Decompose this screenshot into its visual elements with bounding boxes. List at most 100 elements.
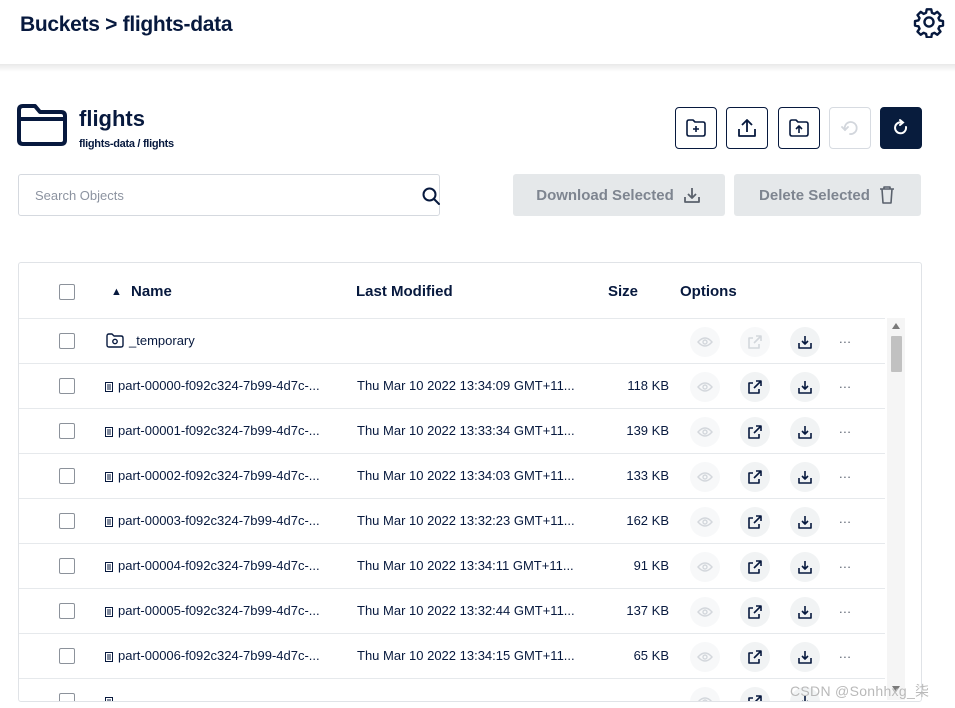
object-name[interactable]: part-00000-f092c324-7b99-4d7c-... (118, 378, 320, 393)
share-button[interactable] (740, 642, 770, 672)
object-name[interactable]: part-00002-f092c324-7b99-4d7c-... (118, 468, 320, 483)
preview-button[interactable] (690, 687, 720, 701)
object-name[interactable]: part-00003-f092c324-7b99-4d7c-... (118, 513, 320, 528)
column-header-size[interactable]: Size (608, 283, 638, 300)
preview-button[interactable] (690, 642, 720, 672)
download-button[interactable] (790, 372, 820, 402)
preview-button[interactable] (690, 372, 720, 402)
object-size: 91 KB (633, 558, 669, 573)
download-button[interactable] (790, 417, 820, 447)
share-icon (748, 605, 762, 619)
object-name[interactable]: part-00001-f092c324-7b99-4d7c-... (118, 423, 320, 438)
eye-icon (697, 652, 713, 662)
more-options-button[interactable]: ... (839, 511, 851, 526)
table-row[interactable]: part-00001-f092c324-7b99-4d7c-... Thu Mar… (19, 408, 885, 453)
share-button[interactable] (740, 372, 770, 402)
table-row[interactable]: part-00003-f092c324-7b99-4d7c-... Thu Mar… (19, 498, 885, 543)
more-options-button[interactable]: ... (839, 421, 851, 436)
create-folder-button[interactable] (675, 107, 717, 149)
select-all-checkbox[interactable] (59, 284, 75, 300)
more-options-button[interactable]: ... (839, 376, 851, 391)
share-button[interactable] (740, 507, 770, 537)
share-button[interactable] (740, 552, 770, 582)
eye-icon (697, 562, 713, 572)
row-checkbox[interactable] (59, 558, 75, 574)
row-checkbox[interactable] (59, 603, 75, 619)
table-row[interactable]: part-00006-f092c324-7b99-4d7c-... Thu Mar… (19, 633, 885, 678)
more-options-button[interactable]: ... (839, 556, 851, 571)
object-last-modified: Thu Mar 10 2022 13:34:11 GMT+11... (357, 558, 574, 573)
preview-button[interactable] (690, 597, 720, 627)
preview-button[interactable] (690, 507, 720, 537)
table-row[interactable]: part-00002-f092c324-7b99-4d7c-... Thu Mar… (19, 453, 885, 498)
share-button[interactable] (740, 597, 770, 627)
refresh-button[interactable] (880, 107, 922, 149)
download-icon (683, 188, 700, 203)
row-checkbox[interactable] (59, 468, 75, 484)
sort-ascending-icon[interactable]: ▲ (111, 286, 122, 298)
upload-folder-button[interactable] (778, 107, 820, 149)
share-icon (748, 335, 762, 349)
row-checkbox[interactable] (59, 378, 75, 394)
refresh-icon (894, 119, 908, 135)
row-checkbox[interactable] (59, 333, 75, 349)
row-checkbox[interactable] (59, 513, 75, 529)
delete-selected-button[interactable]: Delete Selected (734, 174, 921, 216)
download-button[interactable] (790, 327, 820, 357)
preview-button[interactable] (690, 462, 720, 492)
table-row[interactable]: part-00004-f092c324-7b99-4d7c-... Thu Mar… (19, 543, 885, 588)
share-button[interactable] (740, 687, 770, 701)
vertical-scrollbar[interactable] (887, 318, 905, 700)
eye-icon (698, 697, 712, 701)
gear-icon[interactable] (913, 6, 945, 38)
share-icon (748, 515, 762, 529)
folder-upload-icon (789, 119, 809, 137)
table-row[interactable]: part-00000-f092c324-7b99-4d7c-... Thu Mar… (19, 363, 885, 408)
row-checkbox[interactable] (59, 423, 75, 439)
download-selected-button[interactable]: Download Selected (513, 174, 725, 216)
download-button[interactable] (790, 462, 820, 492)
share-button[interactable] (740, 327, 770, 357)
object-browser: Buckets > flights-data flights flights-d… (0, 0, 955, 708)
object-name[interactable]: part-00004-f092c324-7b99-4d7c-... (118, 558, 320, 573)
scroll-up-arrow[interactable] (892, 323, 900, 329)
share-icon (748, 470, 762, 484)
file-icon (105, 382, 113, 392)
more-options-button[interactable]: ... (839, 601, 851, 616)
object-name[interactable]: _temporary (129, 333, 195, 348)
table-row[interactable]: ... (19, 678, 885, 701)
search-icon[interactable] (421, 186, 441, 206)
upload-file-button[interactable] (726, 107, 768, 149)
more-options-button[interactable]: ... (839, 331, 851, 346)
share-button[interactable] (740, 417, 770, 447)
object-name[interactable]: part-00005-f092c324-7b99-4d7c-... (118, 603, 320, 618)
column-header-last-modified[interactable]: Last Modified (356, 283, 453, 300)
row-checkbox[interactable] (59, 648, 75, 664)
scroll-thumb[interactable] (891, 336, 902, 372)
rewind-button[interactable] (829, 107, 871, 149)
preview-button[interactable] (690, 417, 720, 447)
more-options-button[interactable]: ... (839, 646, 851, 661)
preview-button[interactable] (690, 552, 720, 582)
more-options-button[interactable]: ... (839, 466, 851, 481)
download-button[interactable] (790, 642, 820, 672)
download-button[interactable] (790, 597, 820, 627)
download-button[interactable] (790, 552, 820, 582)
row-checkbox[interactable] (59, 693, 75, 701)
table-row[interactable]: part-00005-f092c324-7b99-4d7c-... Thu Mar… (19, 588, 885, 633)
breadcrumb[interactable]: Buckets > flights-data (20, 13, 233, 37)
object-last-modified: Thu Mar 10 2022 13:34:03 GMT+11... (357, 468, 575, 483)
table-row[interactable]: _temporary... (19, 318, 885, 363)
download-button[interactable] (790, 507, 820, 537)
column-header-name[interactable]: Name (131, 283, 172, 300)
search-input[interactable] (35, 185, 385, 205)
eye-icon (697, 382, 713, 392)
folder-icon (106, 333, 124, 348)
share-button[interactable] (740, 462, 770, 492)
download-icon (798, 606, 812, 619)
share-icon (748, 695, 762, 701)
preview-button[interactable] (690, 327, 720, 357)
object-name[interactable]: part-00006-f092c324-7b99-4d7c-... (118, 648, 320, 663)
download-icon (798, 471, 812, 484)
objects-table: ▲ Name Last Modified Size Options _tempo… (18, 262, 922, 702)
